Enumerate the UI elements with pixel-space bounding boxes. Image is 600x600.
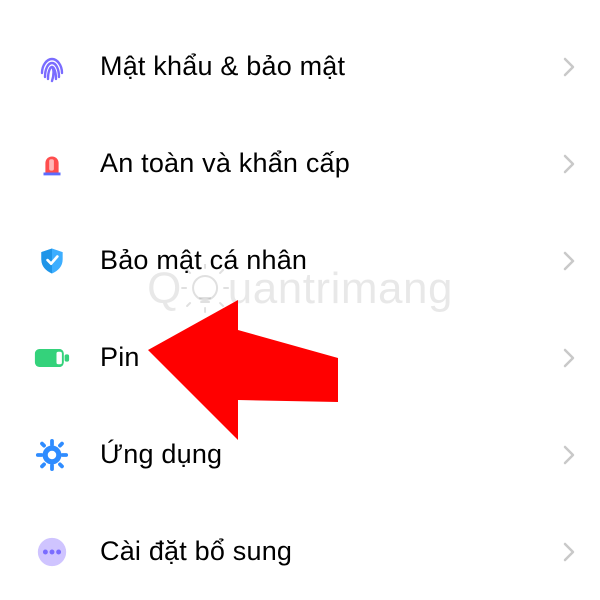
settings-item-label: An toàn và khẩn cấp: [70, 148, 560, 179]
chevron-right-icon: [560, 149, 578, 179]
settings-item-password-security[interactable]: Mật khẩu & bảo mật: [0, 18, 600, 115]
battery-icon: [34, 340, 70, 376]
chevron-right-icon: [560, 343, 578, 373]
chevron-right-icon: [560, 440, 578, 470]
shield-icon: [34, 243, 70, 279]
siren-icon: [34, 146, 70, 182]
more-icon: [34, 534, 70, 570]
settings-item-label: Ứng dụng: [70, 439, 560, 470]
settings-item-apps[interactable]: Ứng dụng: [0, 406, 600, 503]
settings-item-label: Bảo mật cá nhân: [70, 245, 560, 276]
settings-list: Mật khẩu & bảo mật An toàn và khẩn cấp B…: [0, 0, 600, 600]
settings-item-label: Mật khẩu & bảo mật: [70, 51, 560, 82]
settings-item-safety-emergency[interactable]: An toàn và khẩn cấp: [0, 115, 600, 212]
settings-item-label: Pin: [70, 342, 560, 373]
settings-item-battery[interactable]: Pin: [0, 309, 600, 406]
settings-item-label: Cài đặt bổ sung: [70, 536, 560, 567]
chevron-right-icon: [560, 537, 578, 567]
fingerprint-icon: [34, 49, 70, 85]
chevron-right-icon: [560, 52, 578, 82]
settings-item-additional[interactable]: Cài đặt bổ sung: [0, 503, 600, 600]
chevron-right-icon: [560, 246, 578, 276]
settings-item-privacy[interactable]: Bảo mật cá nhân: [0, 212, 600, 309]
gear-icon: [34, 437, 70, 473]
